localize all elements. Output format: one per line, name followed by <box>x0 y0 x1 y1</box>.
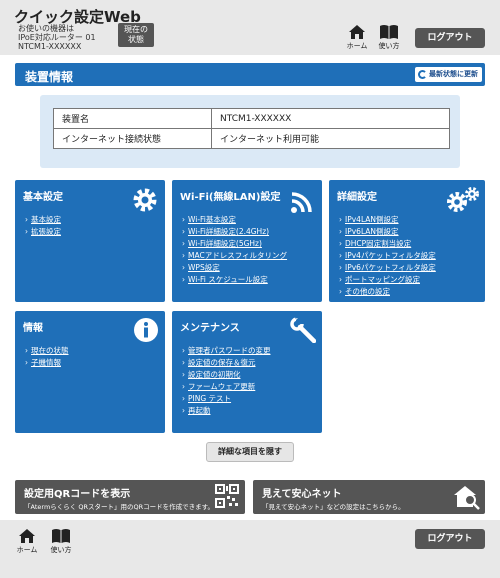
wifi-settings-card: Wi-Fi(無線LAN)設定 Wi-Fi基本設定 Wi-Fi詳細設定(2.4GH… <box>172 180 322 302</box>
section-title: 装置情報 <box>25 70 74 84</box>
link-client-info[interactable]: 子機情報 <box>25 357 69 369</box>
link-ping-test[interactable]: PING テスト <box>182 393 271 405</box>
link-ipv6-lan[interactable]: IPv6LAN側設定 <box>339 226 436 238</box>
table-row: 装置名 NTCM1-XXXXXX <box>53 108 450 129</box>
advanced-settings-links: IPv4LAN側設定 IPv6LAN側設定 DHCP固定割当設定 IPv4パケッ… <box>339 214 436 298</box>
wifi-icon <box>291 192 312 213</box>
advanced-settings-card: 詳細設定 IPv4LAN側設定 IPv6LAN側設定 DHCP固定割当設定 IP… <box>329 180 485 302</box>
home-icon <box>349 25 365 39</box>
device-name-label: 装置名 <box>53 108 212 129</box>
card-title: 情報 <box>23 323 43 334</box>
link-extended-settings[interactable]: 拡張設定 <box>25 226 61 238</box>
link-wifi-schedule[interactable]: Wi-Fi スケジュール設定 <box>182 274 287 286</box>
promo-subtitle: 「見えて安心ネット」などの設定はこちらから。 <box>262 503 405 511</box>
link-ipv4-lan[interactable]: IPv4LAN側設定 <box>339 214 436 226</box>
current-status-button[interactable]: 現在の 状態 <box>118 23 154 47</box>
link-other-settings[interactable]: その他の設定 <box>339 286 436 298</box>
table-row: インターネット接続状態 インターネット利用可能 <box>53 128 450 149</box>
home-nav[interactable]: ホーム <box>342 24 372 51</box>
promo-title: 見えて安心ネット <box>262 489 342 500</box>
link-current-status[interactable]: 現在の状態 <box>25 345 69 357</box>
link-ipv4-filter[interactable]: IPv4パケットフィルタ設定 <box>339 250 436 262</box>
link-wps[interactable]: WPS設定 <box>182 262 287 274</box>
qr-code-banner[interactable]: 設定用QRコードを表示 「Atermらくらく QRスタート」用のQRコードを作成… <box>15 480 245 514</box>
footer-home-nav[interactable]: ホーム <box>12 528 42 555</box>
device-section-header: 装置情報 最新状態に更新 <box>15 63 485 86</box>
header: クイック設定Web お使いの機器は IPoE対応ルーター 01 NTCM1-XX… <box>0 0 500 55</box>
promo-subtitle: 「Atermらくらく QRスタート」用のQRコードを作成できます。 <box>24 503 214 511</box>
maintenance-card: メンテナンス 管理者パスワードの変更 設定値の保存＆復元 設定値の初期化 ファー… <box>172 311 322 433</box>
qr-code-icon <box>215 484 239 508</box>
card-title: 基本設定 <box>23 192 63 203</box>
link-wifi-detail-24[interactable]: Wi-Fi詳細設定(2.4GHz) <box>182 226 287 238</box>
footer: ホーム 使い方 ログアウト <box>0 520 500 578</box>
footer-manual-nav[interactable]: 使い方 <box>46 528 76 555</box>
manual-nav[interactable]: 使い方 <box>374 24 404 51</box>
link-basic-settings[interactable]: 基本設定 <box>25 214 61 226</box>
link-wifi-basic[interactable]: Wi-Fi基本設定 <box>182 214 287 226</box>
basic-settings-card: 基本設定 基本設定 拡張設定 <box>15 180 165 302</box>
link-mac-filter[interactable]: MACアドレスフィルタリング <box>182 250 287 262</box>
refresh-icon <box>418 70 427 79</box>
logout-button[interactable]: ログアウト <box>415 28 485 48</box>
footer-logout-button[interactable]: ログアウト <box>415 529 485 549</box>
device-info: お使いの機器は IPoE対応ルーター 01 NTCM1-XXXXXX <box>18 24 96 51</box>
link-ipv6-filter[interactable]: IPv6パケットフィルタ設定 <box>339 262 436 274</box>
maintenance-links: 管理者パスワードの変更 設定値の保存＆復元 設定値の初期化 ファームウェア更新 … <box>182 345 271 417</box>
wrench-icon <box>290 317 316 343</box>
gear-icon <box>133 188 157 212</box>
card-title: 詳細設定 <box>337 192 377 203</box>
link-reboot[interactable]: 再起動 <box>182 405 271 417</box>
card-title: メンテナンス <box>180 323 240 334</box>
refresh-button[interactable]: 最新状態に更新 <box>415 67 482 82</box>
book-icon <box>380 25 398 39</box>
info-icon <box>134 318 158 342</box>
anshin-net-banner[interactable]: 見えて安心ネット 「見えて安心ネット」などの設定はこちらから。 <box>253 480 485 514</box>
promo-title: 設定用QRコードを表示 <box>24 489 131 500</box>
book-icon <box>52 529 70 543</box>
gears-icon <box>447 187 479 212</box>
connection-status-label: インターネット接続状態 <box>53 128 212 149</box>
device-name-value: NTCM1-XXXXXX <box>211 108 450 129</box>
link-change-password[interactable]: 管理者パスワードの変更 <box>182 345 271 357</box>
device-info-table: 装置名 NTCM1-XXXXXX インターネット接続状態 インターネット利用可能 <box>53 108 450 149</box>
wifi-settings-links: Wi-Fi基本設定 Wi-Fi詳細設定(2.4GHz) Wi-Fi詳細設定(5G… <box>182 214 287 286</box>
card-title: Wi-Fi(無線LAN)設定 <box>180 192 281 203</box>
link-firmware-update[interactable]: ファームウェア更新 <box>182 381 271 393</box>
link-factory-reset[interactable]: 設定値の初期化 <box>182 369 271 381</box>
basic-settings-links: 基本設定 拡張設定 <box>25 214 61 238</box>
home-icon <box>19 529 35 543</box>
link-port-mapping[interactable]: ポートマッピング設定 <box>339 274 436 286</box>
hide-details-button[interactable]: 詳細な項目を隠す <box>206 442 294 462</box>
home-search-icon <box>454 486 480 510</box>
link-save-restore[interactable]: 設定値の保存＆復元 <box>182 357 271 369</box>
info-card: 情報 現在の状態 子機情報 <box>15 311 165 433</box>
link-dhcp-fixed[interactable]: DHCP固定割当設定 <box>339 238 436 250</box>
link-wifi-detail-5[interactable]: Wi-Fi詳細設定(5GHz) <box>182 238 287 250</box>
connection-status-value: インターネット利用可能 <box>211 128 450 149</box>
device-info-panel: 装置名 NTCM1-XXXXXX インターネット接続状態 インターネット利用可能 <box>40 95 460 168</box>
info-links: 現在の状態 子機情報 <box>25 345 69 369</box>
